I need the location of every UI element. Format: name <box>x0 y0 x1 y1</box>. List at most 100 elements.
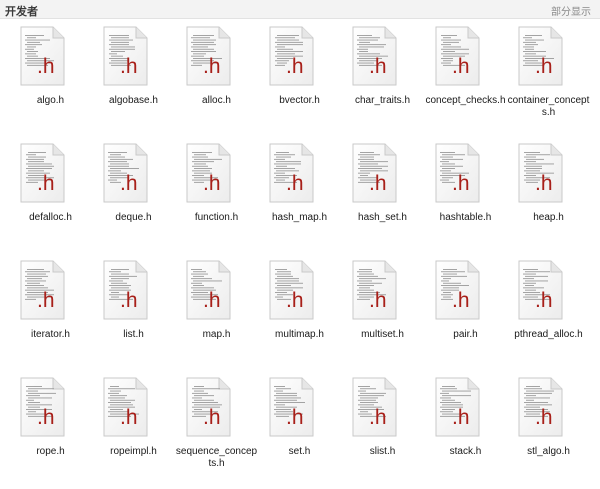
file-item[interactable]: .h hashtable.h <box>424 138 507 255</box>
file-ext-label: .h <box>452 406 470 429</box>
file-item[interactable]: .h sequence_concepts.h <box>175 372 258 489</box>
file-item[interactable]: .h pthread_alloc.h <box>507 255 590 372</box>
file-name: hashtable.h <box>439 212 492 223</box>
file-ext-label: .h <box>286 55 304 78</box>
file-ext-label: .h <box>37 172 55 195</box>
file-item[interactable]: .h iterator.h <box>9 255 92 372</box>
file-ext-label: .h <box>203 55 221 78</box>
file-item[interactable]: .h stl_algo.h <box>507 372 590 489</box>
file-ext-label: .h <box>452 172 470 195</box>
file-ext-label: .h <box>369 55 387 78</box>
file-ext-label: .h <box>286 406 304 429</box>
file-item[interactable]: .h algobase.h <box>92 21 175 138</box>
file-item[interactable]: .h stack.h <box>424 372 507 489</box>
file-name: deque.h <box>115 212 152 223</box>
show-less-toggle[interactable]: 部分显示 <box>551 3 591 18</box>
header-file-icon: .h <box>435 143 480 203</box>
file-ext-label: .h <box>452 55 470 78</box>
header-file-icon: .h <box>103 260 148 320</box>
file-name: char_traits.h <box>354 95 411 106</box>
header-file-icon: .h <box>103 377 148 437</box>
file-name: heap.h <box>533 212 564 223</box>
file-item[interactable]: .h slist.h <box>341 372 424 489</box>
file-name: ropeimpl.h <box>110 446 157 457</box>
file-name: set.h <box>288 446 311 457</box>
file-name: rope.h <box>36 446 65 457</box>
file-ext-label: .h <box>37 289 55 312</box>
file-ext-label: .h <box>120 406 138 429</box>
file-item[interactable]: .h deque.h <box>92 138 175 255</box>
file-item[interactable]: .h rope.h <box>9 372 92 489</box>
file-item[interactable]: .h ropeimpl.h <box>92 372 175 489</box>
file-item[interactable]: .h hash_map.h <box>258 138 341 255</box>
header-file-icon: .h <box>186 143 231 203</box>
header-file-icon: .h <box>352 26 397 86</box>
file-name: list.h <box>123 329 144 340</box>
file-name: slist.h <box>369 446 396 457</box>
section-title: 开发者 <box>5 6 38 18</box>
file-item[interactable]: .h multimap.h <box>258 255 341 372</box>
file-item[interactable]: .h set.h <box>258 372 341 489</box>
header-file-icon: .h <box>20 377 65 437</box>
file-name: hash_set.h <box>358 212 407 223</box>
file-name: alloc.h <box>202 95 231 106</box>
file-item[interactable]: .h function.h <box>175 138 258 255</box>
file-name: stack.h <box>449 446 482 457</box>
file-item[interactable]: .h heap.h <box>507 138 590 255</box>
file-name: stl_algo.h <box>527 446 570 457</box>
file-item[interactable]: .h concept_checks.h <box>424 21 507 138</box>
file-item[interactable]: .h defalloc.h <box>9 138 92 255</box>
file-name: function.h <box>194 212 239 223</box>
file-item[interactable]: .h multiset.h <box>341 255 424 372</box>
file-item[interactable]: .h char_traits.h <box>341 21 424 138</box>
header-file-icon: .h <box>103 26 148 86</box>
file-ext-label: .h <box>369 172 387 195</box>
file-name: hash_map.h <box>271 212 328 223</box>
header-file-icon: .h <box>352 260 397 320</box>
file-ext-label: .h <box>203 406 221 429</box>
file-ext-label: .h <box>535 172 553 195</box>
header-file-icon: .h <box>518 377 563 437</box>
header-file-icon: .h <box>352 143 397 203</box>
header-file-icon: .h <box>269 143 314 203</box>
header-file-icon: .h <box>20 26 65 86</box>
header-file-icon: .h <box>435 26 480 86</box>
file-item[interactable]: .h alloc.h <box>175 21 258 138</box>
file-name: iterator.h <box>31 329 70 340</box>
header-file-icon: .h <box>103 143 148 203</box>
file-ext-label: .h <box>120 289 138 312</box>
header-file-icon: .h <box>352 377 397 437</box>
file-item[interactable]: .h list.h <box>92 255 175 372</box>
file-ext-label: .h <box>203 172 221 195</box>
header-file-icon: .h <box>186 26 231 86</box>
file-name: pair.h <box>453 329 478 340</box>
file-ext-label: .h <box>369 289 387 312</box>
file-ext-label: .h <box>535 406 553 429</box>
file-item[interactable]: .h pair.h <box>424 255 507 372</box>
section-header: 开发者 部分显示 <box>0 0 600 19</box>
file-item[interactable]: .h bvector.h <box>258 21 341 138</box>
file-item[interactable]: .h algo.h <box>9 21 92 138</box>
header-file-icon: .h <box>186 260 231 320</box>
header-file-icon: .h <box>435 260 480 320</box>
file-name: pthread_alloc.h <box>514 329 583 340</box>
file-name: algobase.h <box>109 95 158 106</box>
file-item[interactable]: .h container_concepts.h <box>507 21 590 138</box>
header-file-icon: .h <box>20 143 65 203</box>
file-ext-label: .h <box>37 55 55 78</box>
file-name: sequence_concepts.h <box>175 446 258 469</box>
file-name: concept_checks.h <box>425 95 506 106</box>
header-file-icon: .h <box>518 260 563 320</box>
header-file-icon: .h <box>186 377 231 437</box>
file-name: multimap.h <box>275 329 324 340</box>
header-file-icon: .h <box>20 260 65 320</box>
file-ext-label: .h <box>535 55 553 78</box>
file-item[interactable]: .h hash_set.h <box>341 138 424 255</box>
file-item[interactable]: .h map.h <box>175 255 258 372</box>
file-ext-label: .h <box>535 289 553 312</box>
header-file-icon: .h <box>269 260 314 320</box>
file-grid: .h algo.h .h algobase.h .h alloc.h .h bvector.h… <box>9 21 597 489</box>
file-ext-label: .h <box>369 406 387 429</box>
file-ext-label: .h <box>452 289 470 312</box>
file-ext-label: .h <box>286 289 304 312</box>
